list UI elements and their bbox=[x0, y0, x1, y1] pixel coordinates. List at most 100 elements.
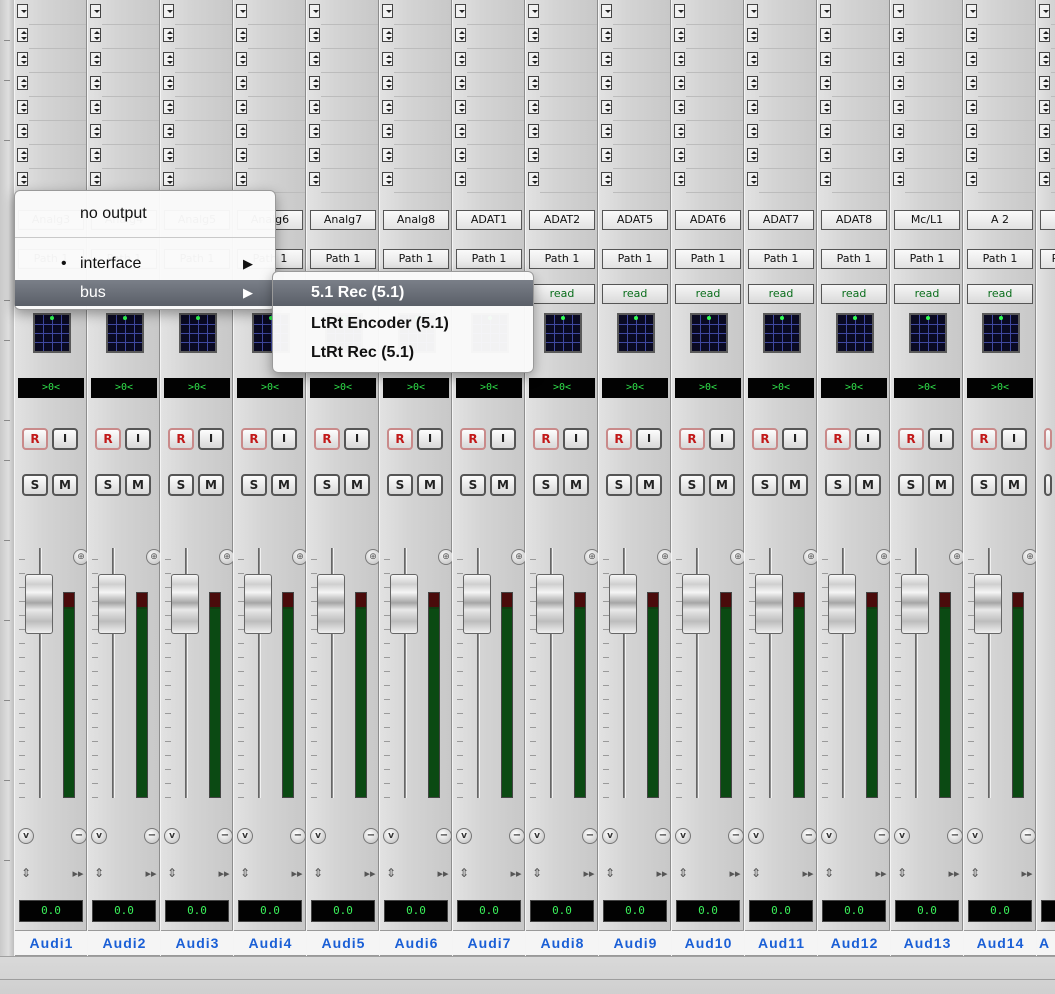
insert-selector-button[interactable] bbox=[601, 4, 612, 18]
record-enable-button[interactable]: R bbox=[460, 428, 486, 450]
insert-selector-button[interactable] bbox=[17, 4, 28, 18]
surround-panner[interactable] bbox=[690, 313, 728, 353]
path-selector[interactable]: Path 1 bbox=[529, 249, 595, 269]
insert-selector-button[interactable] bbox=[382, 52, 393, 66]
insert-selector-button[interactable] bbox=[236, 100, 247, 114]
input-monitor-button[interactable]: I bbox=[271, 428, 297, 450]
volume-mode-icon[interactable]: − bbox=[655, 828, 671, 844]
output-selector[interactable]: ADAT2 bbox=[529, 210, 595, 230]
insert-selector-button[interactable] bbox=[17, 52, 28, 66]
group-icon[interactable]: ⇕ bbox=[458, 864, 470, 882]
track-name-label[interactable]: Audi1 bbox=[15, 930, 88, 956]
insert-slot[interactable] bbox=[979, 76, 1033, 90]
insert-slot[interactable] bbox=[176, 124, 230, 138]
insert-slot[interactable] bbox=[614, 172, 668, 186]
insert-slot[interactable] bbox=[906, 100, 960, 114]
track-name-label[interactable]: Audi2 bbox=[88, 930, 161, 956]
insert-selector-button[interactable] bbox=[747, 28, 758, 42]
playback-icon[interactable]: ▸▸ bbox=[434, 866, 452, 882]
insert-selector-button[interactable] bbox=[893, 52, 904, 66]
insert-selector-button[interactable] bbox=[17, 76, 28, 90]
insert-selector-button[interactable] bbox=[90, 100, 101, 114]
insert-selector-button[interactable] bbox=[966, 28, 977, 42]
insert-slot[interactable] bbox=[760, 76, 814, 90]
insert-slot[interactable] bbox=[30, 52, 84, 66]
insert-slot[interactable] bbox=[395, 28, 449, 42]
insert-slot[interactable] bbox=[176, 148, 230, 162]
insert-slot[interactable] bbox=[906, 28, 960, 42]
insert-selector-button[interactable] bbox=[820, 100, 831, 114]
mute-button[interactable]: M bbox=[782, 474, 808, 496]
insert-selector-button[interactable] bbox=[90, 4, 101, 18]
track-name-label[interactable]: A bbox=[1037, 930, 1055, 956]
insert-slot[interactable] bbox=[249, 172, 303, 186]
insert-slot[interactable] bbox=[541, 124, 595, 138]
volume-mode-icon[interactable]: − bbox=[71, 828, 87, 844]
track-name-label[interactable]: Audi5 bbox=[307, 930, 380, 956]
insert-selector-button[interactable] bbox=[236, 148, 247, 162]
insert-slot[interactable] bbox=[322, 148, 376, 162]
insert-selector-button[interactable] bbox=[90, 124, 101, 138]
volume-mode-icon[interactable]: − bbox=[363, 828, 379, 844]
insert-selector-button[interactable] bbox=[674, 4, 685, 18]
solo-button[interactable]: S bbox=[95, 474, 121, 496]
volume-mode-icon[interactable]: − bbox=[436, 828, 452, 844]
insert-selector-button[interactable] bbox=[309, 100, 320, 114]
insert-selector-button[interactable] bbox=[163, 52, 174, 66]
playback-icon[interactable]: ▸▸ bbox=[142, 866, 160, 882]
solo-button[interactable]: S bbox=[752, 474, 778, 496]
insert-slot[interactable] bbox=[760, 28, 814, 42]
solo-button[interactable]: S bbox=[460, 474, 486, 496]
input-monitor-button[interactable]: I bbox=[928, 428, 954, 450]
insert-slot[interactable] bbox=[687, 52, 741, 66]
mute-button[interactable]: M bbox=[636, 474, 662, 496]
insert-selector-button[interactable] bbox=[455, 100, 466, 114]
insert-selector-button[interactable] bbox=[601, 172, 612, 186]
insert-slot[interactable] bbox=[103, 100, 157, 114]
insert-selector-button[interactable] bbox=[820, 172, 831, 186]
input-monitor-button[interactable]: I bbox=[125, 428, 151, 450]
insert-slot[interactable] bbox=[833, 76, 887, 90]
path-selector[interactable]: Path 1 bbox=[675, 249, 741, 269]
insert-selector-button[interactable] bbox=[1039, 52, 1050, 66]
input-monitor-button[interactable]: I bbox=[636, 428, 662, 450]
track-name-label[interactable]: Aud10 bbox=[672, 930, 745, 956]
insert-selector-button[interactable] bbox=[17, 124, 28, 138]
output-selector[interactable]: Analg7 bbox=[310, 210, 376, 230]
insert-selector-button[interactable] bbox=[820, 52, 831, 66]
insert-slot[interactable] bbox=[906, 124, 960, 138]
group-icon[interactable]: ⇕ bbox=[166, 864, 178, 882]
insert-selector-button[interactable] bbox=[455, 124, 466, 138]
insert-selector-button[interactable] bbox=[1039, 172, 1050, 186]
insert-slot[interactable] bbox=[687, 4, 741, 18]
insert-slot[interactable] bbox=[614, 28, 668, 42]
track-name-label[interactable]: Audi4 bbox=[234, 930, 307, 956]
playback-icon[interactable]: ▸▸ bbox=[69, 866, 87, 882]
mute-button[interactable]: M bbox=[52, 474, 78, 496]
insert-slot[interactable] bbox=[176, 172, 230, 186]
insert-slot[interactable] bbox=[979, 52, 1033, 66]
insert-selector-button[interactable] bbox=[966, 148, 977, 162]
output-selector[interactable]: Mc/L1 bbox=[894, 210, 960, 230]
track-name-label[interactable]: Audi3 bbox=[161, 930, 234, 956]
volume-mode-icon[interactable]: − bbox=[582, 828, 598, 844]
playback-icon[interactable]: ▸▸ bbox=[580, 866, 598, 882]
group-icon[interactable]: ⇕ bbox=[969, 864, 981, 882]
insert-slot[interactable] bbox=[541, 148, 595, 162]
volume-down-icon[interactable]: v bbox=[748, 828, 764, 844]
insert-selector-button[interactable] bbox=[309, 28, 320, 42]
record-enable-button[interactable]: R bbox=[22, 428, 48, 450]
insert-selector-button[interactable] bbox=[674, 76, 685, 90]
insert-selector-button[interactable] bbox=[17, 148, 28, 162]
volume-down-icon[interactable]: v bbox=[310, 828, 326, 844]
volume-fader-cap[interactable] bbox=[390, 574, 418, 634]
insert-selector-button[interactable] bbox=[820, 124, 831, 138]
input-monitor-button[interactable]: I bbox=[344, 428, 370, 450]
insert-selector-button[interactable] bbox=[893, 28, 904, 42]
insert-slot[interactable] bbox=[395, 100, 449, 114]
insert-slot[interactable] bbox=[395, 52, 449, 66]
insert-slot[interactable] bbox=[833, 148, 887, 162]
insert-slot[interactable] bbox=[614, 148, 668, 162]
insert-slot[interactable] bbox=[833, 28, 887, 42]
playback-icon[interactable]: ▸▸ bbox=[726, 866, 744, 882]
